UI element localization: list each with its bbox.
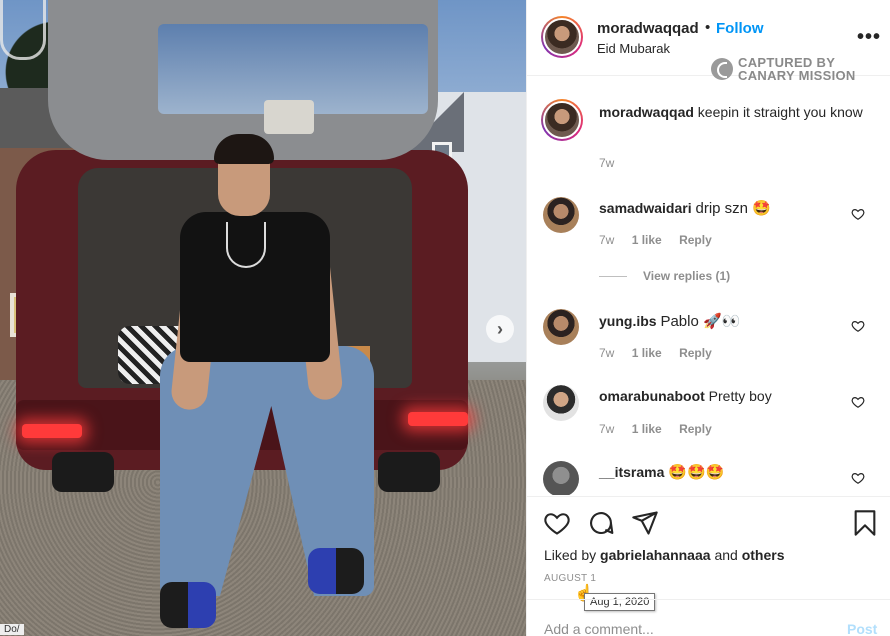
comment-likes[interactable]: 1 like bbox=[632, 233, 662, 247]
next-arrow-icon[interactable]: › bbox=[486, 315, 514, 343]
author-avatar[interactable] bbox=[541, 16, 583, 58]
shoe-left bbox=[160, 582, 216, 628]
hatch-light bbox=[264, 100, 314, 134]
comment-meta: 7w 1 like Reply bbox=[599, 346, 726, 360]
comment-time[interactable]: 7w bbox=[599, 346, 614, 360]
caption-time[interactable]: 7w bbox=[599, 156, 614, 170]
comment-like-heart-icon[interactable] bbox=[851, 471, 865, 485]
share-icon[interactable] bbox=[631, 509, 659, 537]
caption-username[interactable]: moradwaqqad bbox=[599, 104, 694, 120]
comment-username[interactable]: omarabunaboot bbox=[599, 388, 705, 404]
comment-time[interactable]: 7w bbox=[599, 422, 614, 436]
comment-meta: 7w 1 like Reply bbox=[599, 233, 726, 247]
photo-corner-text: Do/ bbox=[0, 624, 24, 635]
caption-text: keepin it straight you know bbox=[697, 104, 863, 120]
comment-reply-button[interactable]: Reply bbox=[679, 233, 712, 247]
comment-text-block: yung.ibs Pablo 🚀👀 bbox=[599, 312, 869, 331]
view-replies-button[interactable]: View replies (1) bbox=[599, 269, 730, 283]
comment-like-heart-icon[interactable] bbox=[851, 395, 865, 409]
comment-text-block: omarabunaboot Pretty boy bbox=[599, 387, 869, 406]
comment-likes[interactable]: 1 like bbox=[632, 346, 662, 360]
liked-others[interactable]: others bbox=[742, 547, 785, 563]
comment-text-block: samadwaidari drip szn 🤩 bbox=[599, 199, 869, 218]
comment-username[interactable]: yung.ibs bbox=[599, 313, 657, 329]
author-avatar-image bbox=[543, 18, 581, 56]
comment-like-heart-icon[interactable] bbox=[851, 319, 865, 333]
comment-text: 🤩🤩🤩 bbox=[668, 464, 725, 481]
post-side-panel: moradwaqqad • Follow Eid Mubarak ••• CAP… bbox=[526, 0, 890, 636]
comment-text: Pretty boy bbox=[708, 388, 772, 404]
comment-text-block: __itsrama 🤩🤩🤩 bbox=[599, 463, 869, 482]
heart-icon[interactable] bbox=[543, 509, 571, 537]
liked-by-text: Liked by gabrielahannaaa and others bbox=[544, 547, 784, 563]
bookmark-icon[interactable] bbox=[851, 509, 879, 537]
post-header: moradwaqqad • Follow Eid Mubarak ••• CAP… bbox=[527, 0, 890, 82]
header-dot: • bbox=[705, 19, 711, 36]
comment-icon[interactable] bbox=[587, 509, 615, 537]
caption-meta: 7w bbox=[599, 156, 628, 170]
shoe-right bbox=[308, 548, 364, 594]
comment-avatar[interactable] bbox=[543, 309, 579, 345]
caption-avatar-image bbox=[543, 101, 581, 139]
add-comment-input[interactable] bbox=[544, 621, 804, 636]
more-icon[interactable]: ••• bbox=[857, 26, 881, 49]
tire-right bbox=[378, 452, 440, 492]
comment-avatar[interactable] bbox=[543, 461, 579, 495]
caption-text-block: moradwaqqad keepin it straight you know bbox=[599, 103, 869, 122]
comment-username[interactable]: __itsrama bbox=[599, 464, 664, 480]
post-comment-button[interactable]: Post bbox=[847, 621, 877, 636]
comment-text: drip szn 🤩 bbox=[695, 200, 771, 217]
liked-and: and bbox=[714, 547, 738, 563]
comment-likes[interactable]: 1 like bbox=[632, 422, 662, 436]
person-chain bbox=[226, 222, 266, 268]
post-location[interactable]: Eid Mubarak bbox=[597, 41, 670, 56]
comment-like-heart-icon[interactable] bbox=[851, 207, 865, 221]
tire-left bbox=[52, 452, 114, 492]
comment-meta: 7w 1 like Reply bbox=[599, 422, 726, 436]
comment-reply-button[interactable]: Reply bbox=[679, 422, 712, 436]
comment-avatar[interactable] bbox=[543, 197, 579, 233]
follow-button[interactable]: Follow bbox=[716, 20, 764, 37]
comment-text: Pablo 🚀👀 bbox=[660, 313, 741, 330]
taillight-left bbox=[22, 424, 82, 438]
liked-prefix: Liked by bbox=[544, 547, 597, 563]
taillight-right bbox=[408, 412, 468, 426]
post-photo[interactable]: › Do/ bbox=[0, 0, 526, 636]
comment-username[interactable]: samadwaidari bbox=[599, 200, 692, 216]
comment-time[interactable]: 7w bbox=[599, 233, 614, 247]
liked-user[interactable]: gabrielahannaaa bbox=[600, 547, 711, 563]
basketball-hoop bbox=[0, 0, 46, 60]
comment-avatar[interactable] bbox=[543, 385, 579, 421]
author-username[interactable]: moradwaqqad bbox=[597, 20, 699, 37]
comments-list[interactable]: moradwaqqad keepin it straight you know … bbox=[527, 77, 890, 495]
caption-avatar[interactable] bbox=[541, 99, 583, 141]
comment-reply-button[interactable]: Reply bbox=[679, 346, 712, 360]
post-actions: Liked by gabrielahannaaa and others AUGU… bbox=[527, 496, 890, 636]
